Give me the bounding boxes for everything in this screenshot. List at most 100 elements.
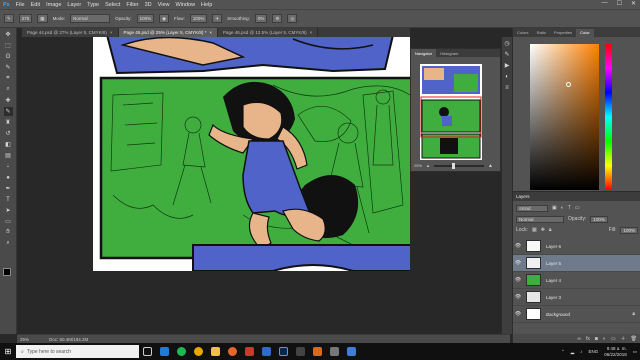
path-select-icon[interactable]: ➤ [4,206,13,215]
windows-start-icon[interactable]: ⊞ [0,343,16,360]
navigator-tab-navigator[interactable]: Navigator [411,49,437,57]
properties-icon[interactable]: ≡ [503,83,512,92]
filter-shape-icon[interactable]: ▭ [575,205,580,211]
visibility-eye-icon[interactable]: 👁︎ [513,260,523,266]
zoom-out-icon[interactable]: ▲ [426,163,430,168]
layer-fill-field[interactable]: 100% [620,226,638,234]
language-indicator[interactable]: ENG [588,349,598,354]
foreground-color-swatch[interactable] [3,268,11,276]
menu-type[interactable]: Type [87,2,99,8]
lock-position-icon[interactable]: ✥ [541,227,545,233]
status-zoom[interactable]: 25% [20,337,29,342]
adjustments-icon[interactable]: ◐ [503,72,512,81]
chrome-icon[interactable] [190,343,207,360]
task-view-icon[interactable] [139,343,156,360]
brush-panel-icon[interactable]: ✎ [503,50,512,59]
taskbar-search[interactable]: ⌕ Type here to search [16,345,139,358]
menu-help[interactable]: Help [201,2,212,8]
brush-icon[interactable]: ✎ [3,107,13,116]
blur-icon[interactable]: 💧︎ [4,162,13,171]
smoothing-field[interactable]: 0% [254,14,268,23]
color-swatches[interactable] [3,268,15,280]
navigator-thumbnail[interactable] [420,64,482,160]
history-icon[interactable]: ◷ [503,39,512,48]
photoshop-logo[interactable]: Ps [3,2,10,8]
navigator-zoom-slider[interactable] [433,162,484,169]
app-icon-dark[interactable] [292,343,309,360]
visibility-eye-icon[interactable]: 👁︎ [513,243,523,249]
stamp-icon[interactable]: ♜ [4,118,13,127]
maximize-icon[interactable]: ☐ [617,0,622,7]
clock[interactable]: 9:48 a. m. 06/22/2018 [604,346,627,358]
canvas-area[interactable] [17,37,410,334]
eraser-icon[interactable]: ◧ [4,140,13,149]
close-icon[interactable]: ✕ [631,0,636,7]
app-icon-red[interactable] [241,343,258,360]
airbrush-icon[interactable]: ✈ [212,14,223,23]
file-explorer-icon[interactable] [207,343,224,360]
app-icon-blue2[interactable] [343,343,360,360]
visibility-eye-icon[interactable]: 👁︎ [513,311,523,317]
flow-field[interactable]: 100% [189,14,208,23]
opacity-field[interactable]: 100% [136,14,155,23]
add-mask-icon[interactable]: ◙ [595,336,598,342]
layer-opacity-field[interactable]: 100% [590,215,608,223]
layer-row[interactable]: 👁︎ Layer 4 [513,272,640,289]
hue-slider[interactable] [605,44,612,190]
layer-row[interactable]: 👁︎ Layer 3 [513,289,640,306]
layer-row[interactable]: 👁︎ Layer 6 [513,238,640,255]
app-icon-blue[interactable] [258,343,275,360]
tab-document-2[interactable]: Page 45.psd @ 25% (Layer 5, CMYK/8) * × [118,28,218,37]
hand-icon[interactable]: ✋︎ [4,228,13,237]
gradient-icon[interactable]: ▤ [4,151,13,160]
photoshop-icon[interactable] [275,343,292,360]
color-panel-tab-properties[interactable]: Properties [550,29,576,37]
app-icon-grey[interactable] [326,343,343,360]
eyedropper-icon[interactable]: ⌕ [4,85,13,94]
history-brush-icon[interactable]: ↺ [4,129,13,138]
crop-icon[interactable]: ⌗ [4,74,13,83]
brush-settings-icon[interactable]: ▦ [37,14,48,23]
zoom-in-icon[interactable]: ▲ [488,163,493,169]
app-icon-orange[interactable] [309,343,326,360]
menu-edit[interactable]: Edit [31,2,40,8]
menu-layer[interactable]: Layer [67,2,81,8]
move-icon[interactable]: ✥ [4,30,13,39]
blend-mode-select[interactable]: Normal [516,215,564,223]
lock-pixels-icon[interactable]: ▦ [532,227,537,233]
pressure-size-icon[interactable]: ◎ [287,14,298,23]
marquee-icon[interactable]: ⬚ [4,41,13,50]
tab-close-icon[interactable]: × [209,30,212,35]
healing-icon[interactable]: ✚ [4,96,13,105]
actions-icon[interactable]: ▶ [503,61,512,70]
menu-window[interactable]: Window [175,2,195,8]
visibility-eye-icon[interactable]: 👁︎ [513,277,523,283]
status-doc-size[interactable]: Doc: 50.4M/194.2M [49,337,88,342]
tab-close-icon[interactable]: × [110,30,113,35]
color-panel-tab-ratio[interactable]: Ratio [533,29,550,37]
layer-style-icon[interactable]: fx [586,336,590,342]
navigator-zoom-value[interactable]: 25% [414,163,422,168]
volume-icon[interactable]: ♪ [580,349,582,354]
layer-row[interactable]: 👁︎ Layer 5 [513,255,640,272]
brush-size-picker[interactable]: 275 [18,14,33,23]
shape-icon[interactable]: ▭ [4,217,13,226]
pressure-opacity-icon[interactable]: ◉ [159,14,170,23]
new-adjustment-icon[interactable]: ◐ [603,336,606,342]
tool-preset-picker[interactable]: ✎ [4,14,14,23]
filter-adjustment-icon[interactable]: ◐ [561,205,564,211]
edge-icon[interactable] [156,343,173,360]
dodge-icon[interactable]: ● [4,173,13,182]
layer-row[interactable]: 👁︎ Background 🔒︎ [513,306,640,323]
menu-select[interactable]: Select [105,2,120,8]
color-panel-tab-color[interactable]: Color [576,28,594,37]
link-layers-icon[interactable]: ∞ [577,336,581,342]
tab-close-icon[interactable]: × [310,30,313,35]
lasso-icon[interactable]: ʘ [4,52,13,61]
pen-icon[interactable]: ✒ [4,184,13,193]
new-layer-icon[interactable]: ＋ [621,335,626,342]
layer-filter-select[interactable]: ⌕ Kind [516,204,548,212]
quick-select-icon[interactable]: ✎ [4,63,13,72]
navigator-tab-histogram[interactable]: Histogram [436,49,462,57]
network-icon[interactable]: ▂ [571,349,574,355]
